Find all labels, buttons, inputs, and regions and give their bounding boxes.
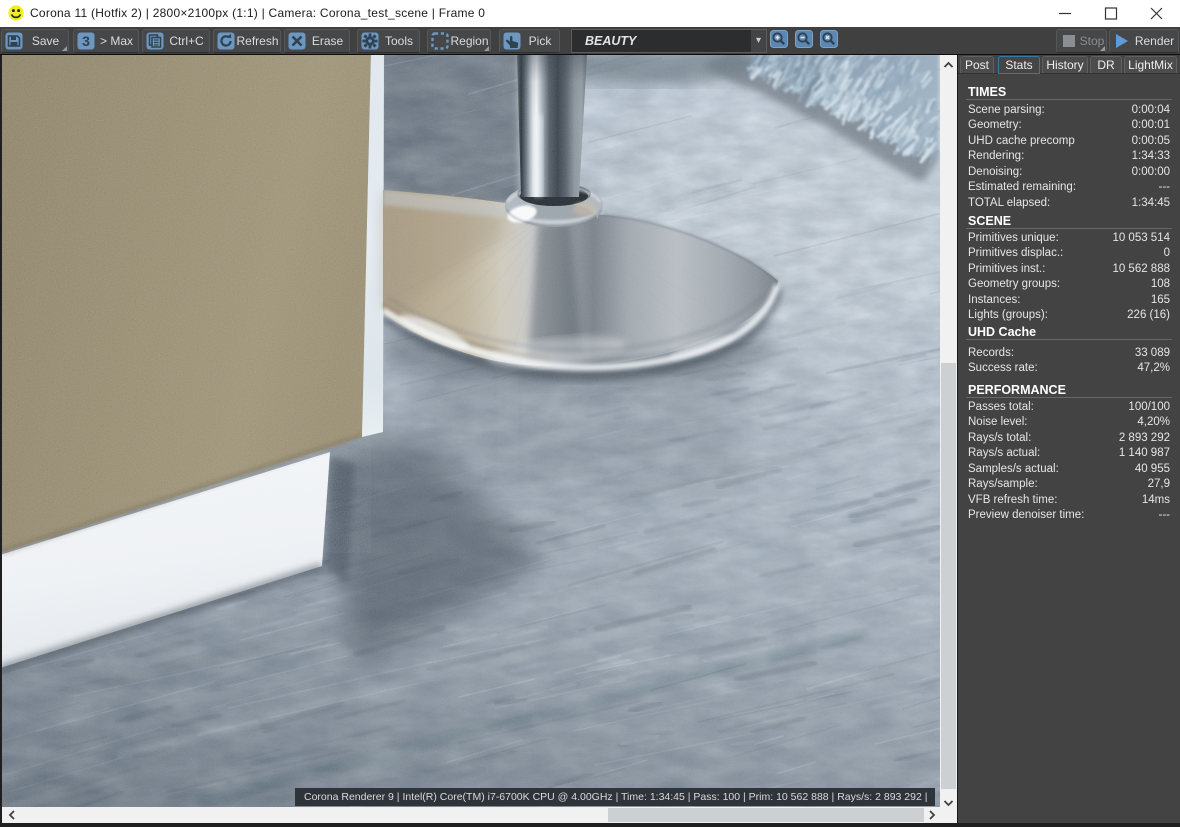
svg-text:3: 3 [82, 33, 90, 49]
